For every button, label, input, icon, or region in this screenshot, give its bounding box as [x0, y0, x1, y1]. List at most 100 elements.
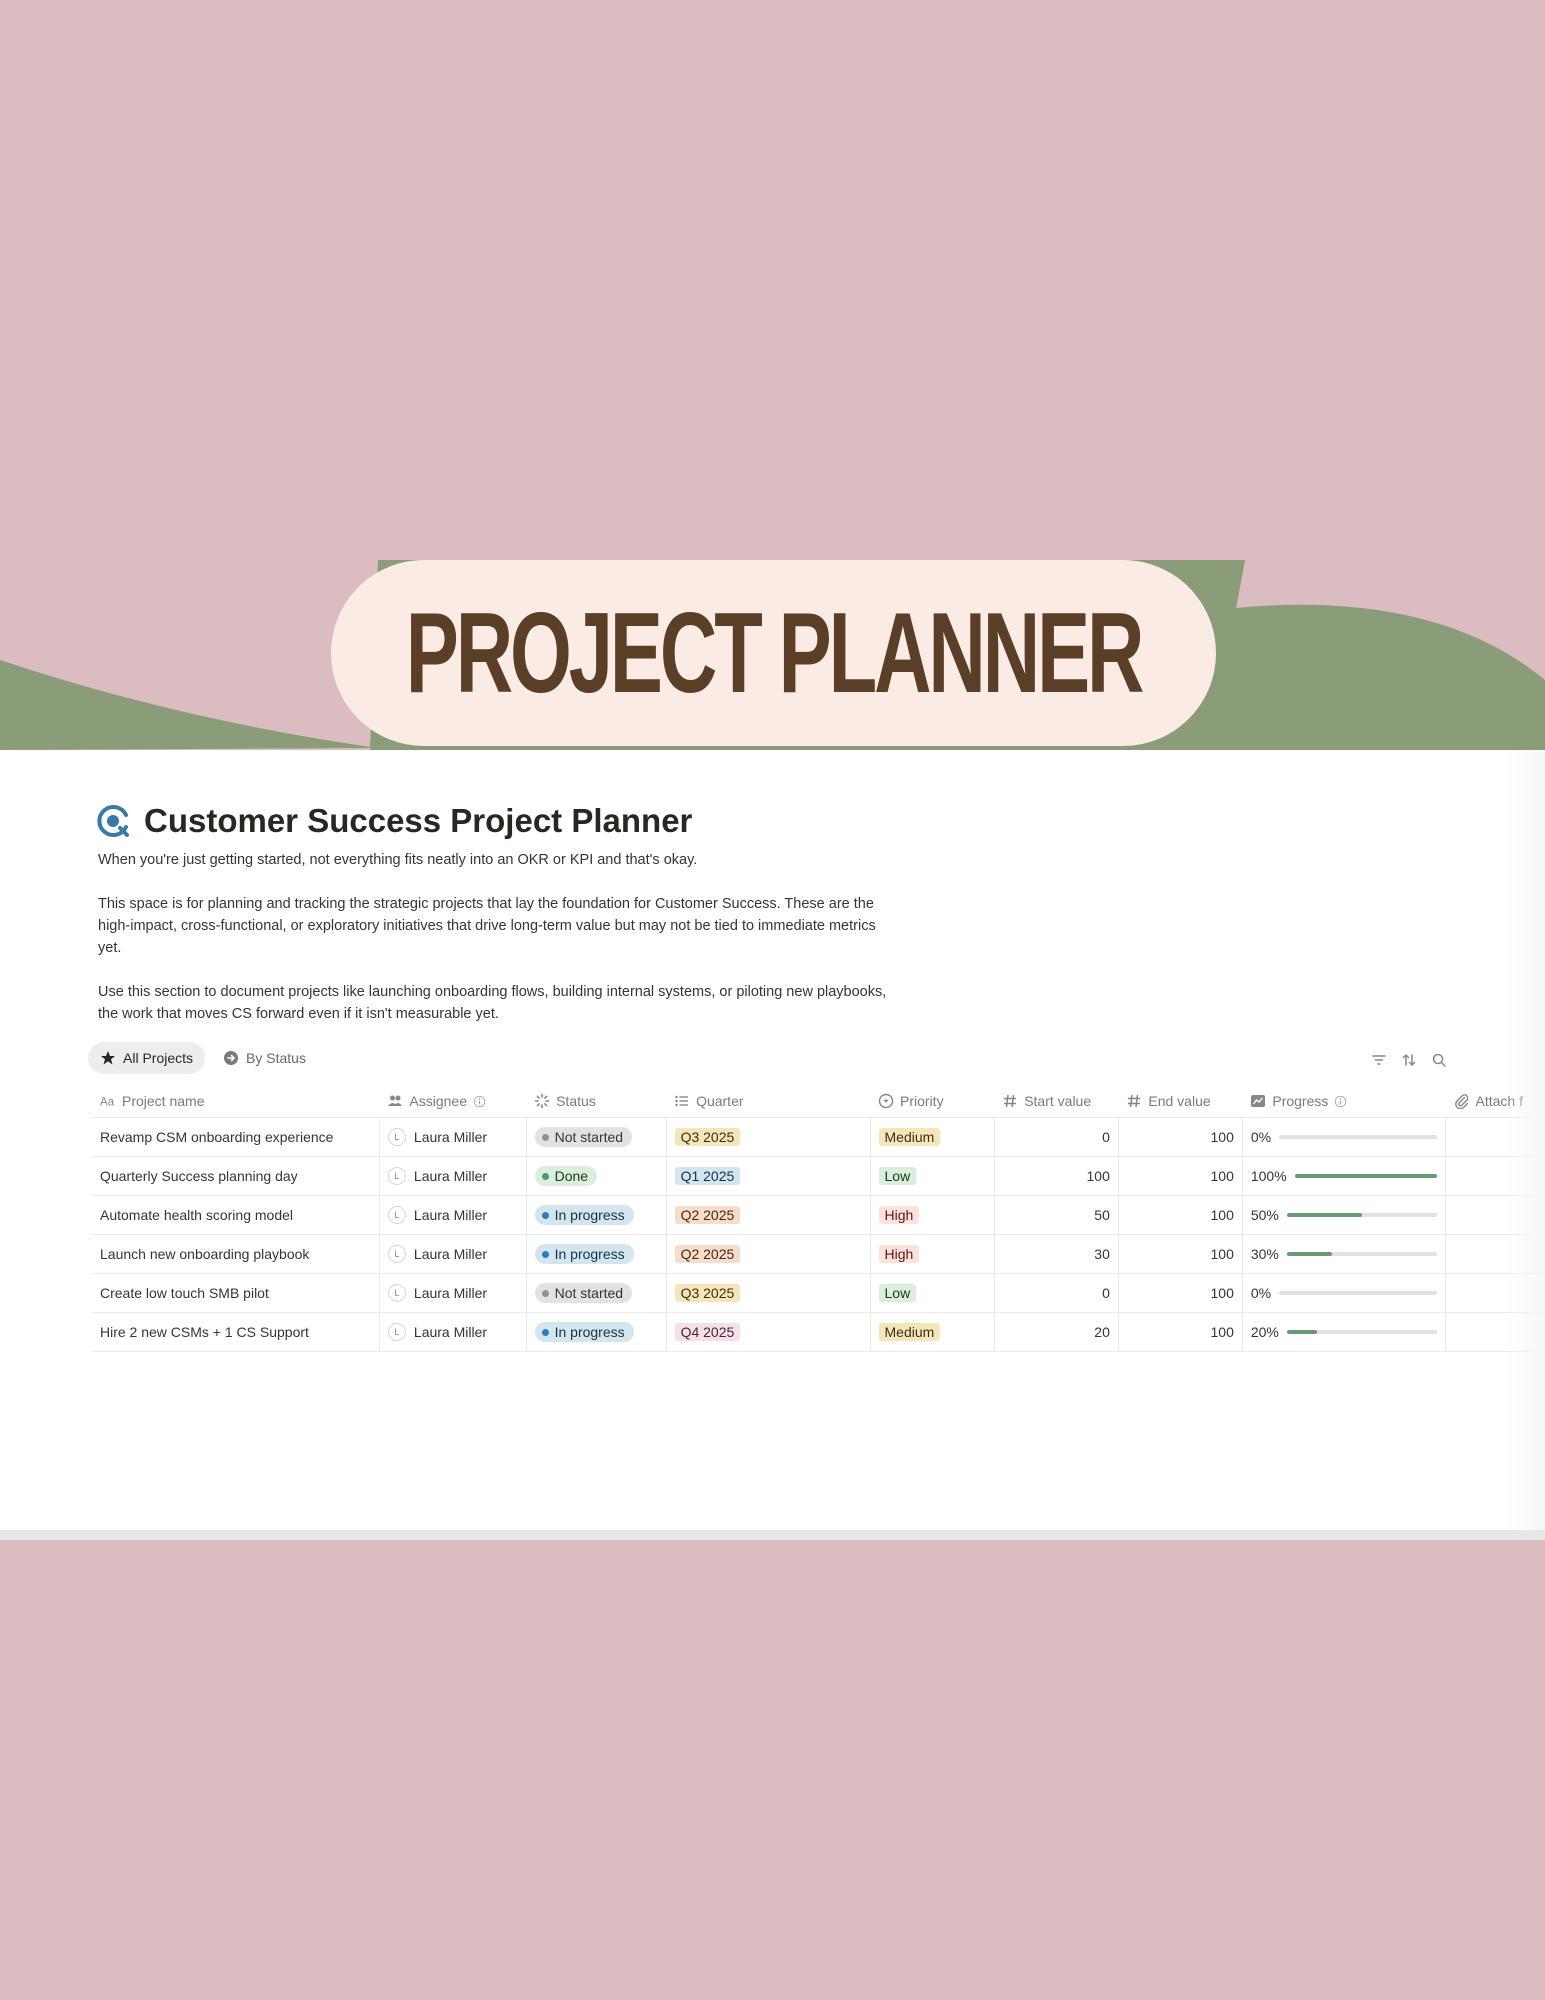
status-badge[interactable]: In progress — [534, 1244, 634, 1264]
priority-tag[interactable]: Low — [878, 1167, 917, 1185]
cell-start-value[interactable]: 100 — [994, 1156, 1119, 1196]
column-header-priority[interactable]: Priority — [870, 1085, 995, 1118]
priority-tag[interactable]: High — [878, 1245, 920, 1263]
cell-priority[interactable]: Low — [870, 1273, 995, 1313]
cell-attachment[interactable] — [1445, 1312, 1545, 1352]
cell-status[interactable]: In progress — [526, 1312, 667, 1352]
cell-status[interactable]: Not started — [526, 1117, 667, 1157]
project-name[interactable]: Hire 2 new CSMs + 1 CS Support — [100, 1324, 309, 1340]
cell-priority[interactable]: Low — [870, 1156, 995, 1196]
description-paragraph: This space is for planning and tracking … — [98, 896, 876, 956]
cell-end-value[interactable]: 100 — [1118, 1117, 1243, 1157]
status-badge[interactable]: In progress — [534, 1205, 634, 1225]
quarter-tag[interactable]: Q4 2025 — [674, 1323, 741, 1341]
cell-project-name[interactable]: Hire 2 new CSMs + 1 CS Support — [92, 1312, 380, 1352]
cell-quarter[interactable]: Q2 2025 — [666, 1234, 871, 1274]
cell-attachment[interactable] — [1445, 1234, 1545, 1274]
cell-quarter[interactable]: Q2 2025 — [666, 1195, 871, 1235]
cell-project-name[interactable]: Quarterly Success planning day — [92, 1156, 380, 1196]
priority-tag[interactable]: Medium — [878, 1128, 941, 1146]
cell-start-value[interactable]: 0 — [994, 1273, 1119, 1313]
column-header-quarter[interactable]: Quarter — [666, 1085, 871, 1118]
status-label: In progress — [554, 1207, 625, 1223]
filter-icon[interactable] — [1371, 1052, 1387, 1068]
table-row[interactable]: Launch new onboarding playbook L Laura Mil… — [92, 1234, 1545, 1274]
cell-quarter[interactable]: Q3 2025 — [666, 1117, 871, 1157]
tab-by-status[interactable]: By Status — [211, 1042, 318, 1074]
table-row[interactable]: Hire 2 new CSMs + 1 CS Support L Laura Mil… — [92, 1312, 1545, 1352]
cell-attachment[interactable] — [1445, 1117, 1545, 1157]
cell-end-value[interactable]: 100 — [1118, 1156, 1243, 1196]
cell-assignee[interactable]: L Laura Miller — [379, 1156, 527, 1196]
quarter-tag[interactable]: Q3 2025 — [674, 1128, 741, 1146]
cell-priority[interactable]: Medium — [870, 1117, 995, 1157]
info-icon — [473, 1095, 486, 1107]
cell-assignee[interactable]: L Laura Miller — [379, 1273, 527, 1313]
column-header-start-value[interactable]: Start value — [994, 1085, 1119, 1118]
table-row[interactable]: Create low touch SMB pilot L Laura Miller N… — [92, 1273, 1545, 1313]
status-dot — [541, 1328, 549, 1336]
cell-status[interactable]: Done — [526, 1156, 667, 1196]
cell-start-value[interactable]: 0 — [994, 1117, 1119, 1157]
project-name[interactable]: Quarterly Success planning day — [100, 1168, 298, 1184]
column-header-attach[interactable]: Attach f — [1445, 1085, 1545, 1118]
project-name[interactable]: Create low touch SMB pilot — [100, 1285, 269, 1301]
quarter-tag[interactable]: Q1 2025 — [674, 1167, 741, 1185]
cell-attachment[interactable] — [1445, 1195, 1545, 1235]
column-header-assignee[interactable]: Assignee — [379, 1085, 527, 1118]
cell-status[interactable]: Not started — [526, 1273, 667, 1313]
cell-quarter[interactable]: Q3 2025 — [666, 1273, 871, 1313]
cell-attachment[interactable] — [1445, 1273, 1545, 1313]
cell-start-value[interactable]: 20 — [994, 1312, 1119, 1352]
quarter-tag[interactable]: Q3 2025 — [674, 1284, 741, 1302]
cell-project-name[interactable]: Launch new onboarding playbook — [92, 1234, 380, 1274]
column-header-project-name[interactable]: Aa Project name — [92, 1085, 380, 1118]
cell-assignee[interactable]: L Laura Miller — [379, 1312, 527, 1352]
cell-project-name[interactable]: Revamp CSM onboarding experience — [92, 1117, 380, 1157]
status-label: In progress — [554, 1246, 625, 1262]
table-row[interactable]: Automate health scoring model L Laura Mill… — [92, 1195, 1545, 1235]
search-icon[interactable] — [1431, 1052, 1447, 1068]
status-badge[interactable]: In progress — [534, 1322, 634, 1342]
status-badge[interactable]: Done — [534, 1166, 598, 1186]
tab-all-projects[interactable]: All Projects — [88, 1042, 206, 1074]
cell-end-value[interactable]: 100 — [1118, 1312, 1243, 1352]
cell-end-value[interactable]: 100 — [1118, 1234, 1243, 1274]
column-header-progress[interactable]: Progress — [1242, 1085, 1446, 1118]
cell-assignee[interactable]: L Laura Miller — [379, 1117, 527, 1157]
sort-icon[interactable] — [1401, 1052, 1417, 1068]
quarter-tag[interactable]: Q2 2025 — [674, 1206, 741, 1224]
cell-project-name[interactable]: Automate health scoring model — [92, 1195, 380, 1235]
project-name[interactable]: Launch new onboarding playbook — [100, 1246, 309, 1262]
status-dot — [541, 1172, 549, 1180]
priority-tag[interactable]: Low — [878, 1284, 917, 1302]
cell-status[interactable]: In progress — [526, 1195, 667, 1235]
table-row[interactable]: Quarterly Success planning day L Laura Mil… — [92, 1156, 1545, 1196]
cell-priority[interactable]: High — [870, 1234, 995, 1274]
status-badge[interactable]: Not started — [534, 1283, 633, 1303]
cell-project-name[interactable]: Create low touch SMB pilot — [92, 1273, 380, 1313]
column-header-status[interactable]: Status — [526, 1085, 667, 1118]
cell-priority[interactable]: Medium — [870, 1312, 995, 1352]
priority-tag[interactable]: Medium — [878, 1323, 941, 1341]
cell-status[interactable]: In progress — [526, 1234, 667, 1274]
project-name[interactable]: Automate health scoring model — [100, 1207, 293, 1223]
status-badge[interactable]: Not started — [534, 1127, 633, 1147]
table-row[interactable]: Revamp CSM onboarding experience L Laura M… — [92, 1117, 1545, 1157]
column-header-end-value[interactable]: End value — [1118, 1085, 1243, 1118]
quarter-tag[interactable]: Q2 2025 — [674, 1245, 741, 1263]
cell-assignee[interactable]: L Laura Miller — [379, 1195, 527, 1235]
cell-quarter[interactable]: Q1 2025 — [666, 1156, 871, 1196]
star-icon — [101, 1051, 115, 1065]
cell-quarter[interactable]: Q4 2025 — [666, 1312, 871, 1352]
project-name[interactable]: Revamp CSM onboarding experience — [100, 1129, 333, 1145]
cell-end-value[interactable]: 100 — [1118, 1195, 1243, 1235]
priority-tag[interactable]: High — [878, 1206, 920, 1224]
cell-priority[interactable]: High — [870, 1195, 995, 1235]
cell-progress: 100% — [1242, 1156, 1447, 1196]
cell-attachment[interactable] — [1445, 1156, 1545, 1196]
cell-start-value[interactable]: 50 — [994, 1195, 1119, 1235]
cell-end-value[interactable]: 100 — [1118, 1273, 1243, 1313]
cell-assignee[interactable]: L Laura Miller — [379, 1234, 527, 1274]
cell-start-value[interactable]: 30 — [994, 1234, 1119, 1274]
